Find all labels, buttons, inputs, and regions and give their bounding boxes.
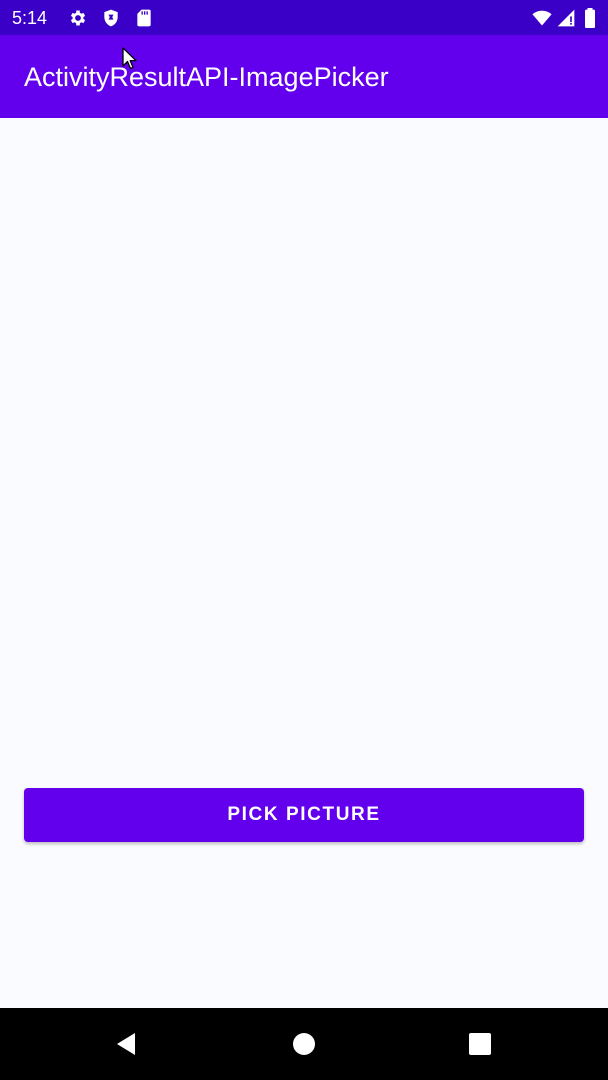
screen: 5:14 ActivityResultAPI-ImagePicker PICK … bbox=[0, 0, 608, 1080]
image-preview-area bbox=[0, 118, 608, 1008]
home-icon[interactable] bbox=[290, 1030, 318, 1058]
status-bar: 5:14 bbox=[0, 0, 608, 35]
pick-picture-button[interactable]: PICK PICTURE bbox=[24, 788, 584, 842]
status-time: 5:14 bbox=[12, 8, 48, 28]
mouse-cursor-icon bbox=[122, 47, 138, 71]
page-title: ActivityResultAPI-ImagePicker bbox=[24, 62, 389, 92]
recents-icon[interactable] bbox=[466, 1030, 494, 1058]
gear-icon bbox=[68, 8, 88, 28]
signal-icon bbox=[556, 8, 576, 28]
navigation-bar bbox=[0, 1008, 608, 1080]
back-icon[interactable] bbox=[113, 1030, 141, 1058]
sd-card-icon bbox=[134, 8, 154, 28]
wifi-icon bbox=[531, 8, 553, 28]
shield-icon bbox=[101, 8, 121, 28]
battery-icon bbox=[583, 8, 597, 28]
